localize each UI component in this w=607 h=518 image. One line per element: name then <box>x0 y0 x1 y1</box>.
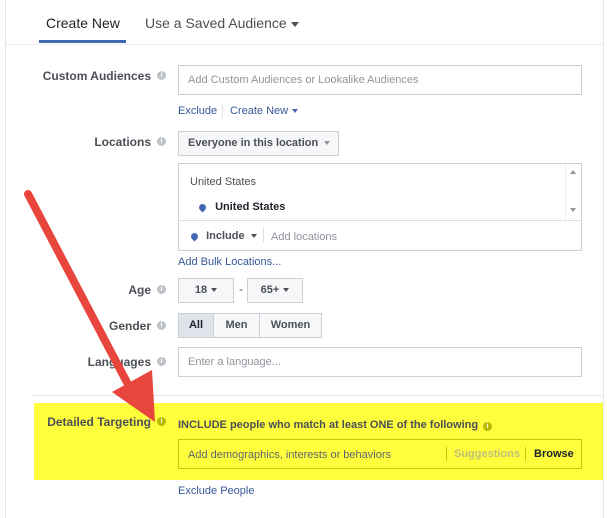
annotation-arrow-icon <box>24 190 155 422</box>
